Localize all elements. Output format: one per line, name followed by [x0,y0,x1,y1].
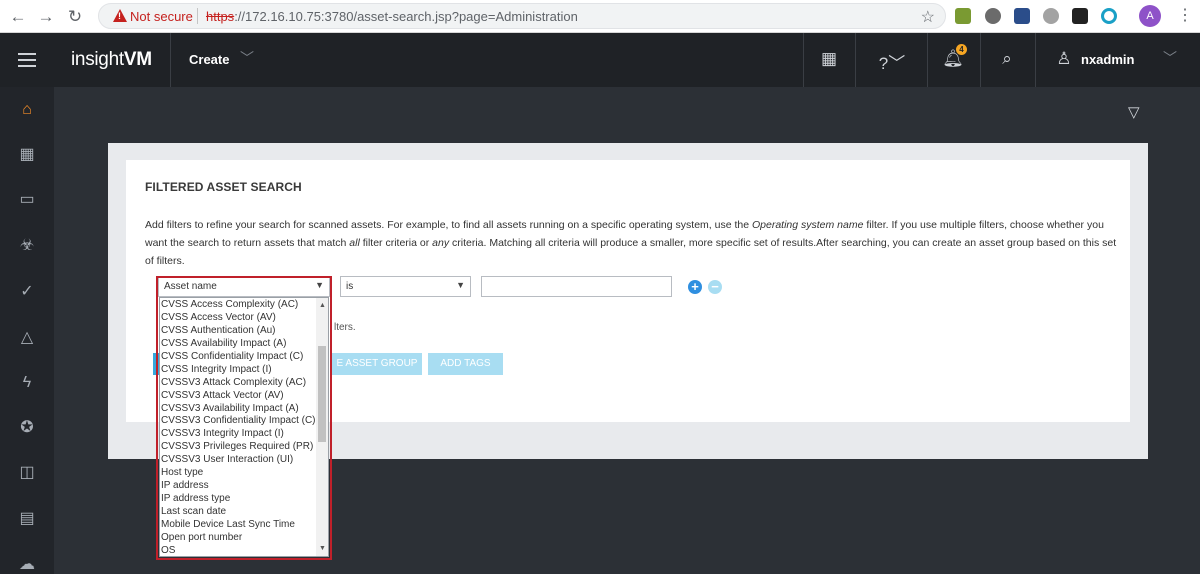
sidebar: ⌂ ▦ ▭ ☣ ✓ △ ϟ ✪ ◫ ▤ ☁ [0,87,54,574]
extension-icon[interactable] [1043,8,1059,24]
dropdown-option[interactable]: CVSSV3 Confidentiality Impact (C) [160,414,328,427]
filter-icon[interactable]: ▽ [1128,103,1140,121]
chevron-down-icon[interactable]: ﹀ [240,48,254,68]
profile-avatar[interactable]: A [1139,5,1161,27]
dropdown-option[interactable]: CVSSV3 Attack Complexity (AC) [160,376,328,389]
scroll-up-arrow-icon[interactable]: ▲ [319,302,326,309]
extension-icon[interactable] [1101,8,1117,24]
brand-logo: insightVM [71,49,152,70]
create-asset-group-button[interactable]: E ASSET GROUP [332,353,422,375]
dropdown-option[interactable]: OS [160,544,328,556]
dropdown-option[interactable]: CVSS Availability Impact (A) [160,337,328,350]
dropdown-option[interactable]: CVSSV3 Privileges Required (PR) [160,440,328,453]
page-description: Add filters to refine your search for sc… [145,219,1117,267]
dropdown-option[interactable]: CVSSV3 Availability Impact (A) [160,402,328,415]
match-filters-text: lters. [334,322,356,333]
dropdown-arrow-icon: ▼ [456,280,465,290]
dropdown-scrollbar[interactable]: ▲ ▼ [316,298,328,556]
dropdown-option[interactable]: Host type [160,466,328,479]
chevron-down-icon[interactable]: ﹀ [1163,48,1177,68]
url-text: https://172.16.10.75:3780/asset-search.j… [206,9,578,24]
policies-triangle-icon[interactable]: △ [17,328,37,348]
dropdown-option[interactable]: CVSS Authentication (Au) [160,324,328,337]
not-secure-label: Not secure [130,9,193,24]
dropdown-option[interactable]: IP address [160,479,328,492]
dropdown-option[interactable]: CVSS Integrity Impact (I) [160,363,328,376]
extension-icon[interactable] [985,8,1001,24]
dropdown-option[interactable]: CVSS Access Vector (AV) [160,311,328,324]
remove-filter-icon[interactable]: − [708,280,722,294]
bookmark-star-icon[interactable]: ☆ [921,7,935,27]
scroll-thumb[interactable] [318,346,326,442]
dashboard-icon[interactable]: ▦ [17,145,37,165]
app-header: insightVM Create ﹀ ▦ ?﹀ 🔔︎ 4 ⌕ ♙ nxadmin… [0,33,1200,87]
search-icon[interactable]: ⌕ [995,49,1019,69]
dropdown-option[interactable]: Mobile Device Last Sync Time [160,518,328,531]
page-title: FILTERED ASSET SEARCH [145,180,302,194]
back-icon[interactable]: ← [7,6,29,28]
dropdown-option[interactable]: CVSSV3 Integrity Impact (I) [160,427,328,440]
notification-badge: 4 [956,44,967,55]
browser-toolbar: ← → ↻ Not secure https://172.16.10.75:37… [0,0,1200,33]
dropdown-option[interactable]: Open port number [160,531,328,544]
awards-icon[interactable]: ✪ [17,418,37,438]
extension-icon[interactable] [1072,8,1088,24]
vulnerabilities-icon[interactable]: ☣ [17,236,37,256]
reports-chart-icon[interactable]: ◫ [17,463,37,483]
username[interactable]: nxadmin [1081,52,1134,67]
dropdown-option[interactable]: CVSSV3 User Interaction (UI) [160,453,328,466]
address-bar[interactable]: Not secure https://172.16.10.75:3780/ass… [98,3,946,29]
user-icon[interactable]: ♙ [1052,49,1076,69]
scroll-down-arrow-icon[interactable]: ▼ [319,545,326,552]
extension-icon[interactable] [955,8,971,24]
cloud-icon[interactable]: ☁ [17,555,37,574]
dropdown-option[interactable]: IP address type [160,492,328,505]
help-icon[interactable]: ?﹀ [875,49,909,74]
threats-icon[interactable]: ϟ [17,373,37,393]
dropdown-option[interactable]: CVSS Confidentiality Impact (C) [160,350,328,363]
dropdown-option[interactable]: CVSS Access Complexity (AC) [160,298,328,311]
browser-menu-icon[interactable]: ⋮ [1177,5,1193,27]
forward-icon[interactable]: → [35,6,57,28]
assets-monitor-icon[interactable]: ▭ [17,190,37,210]
calendar-icon[interactable]: ▦ [817,49,841,69]
reload-icon[interactable]: ↻ [64,6,86,28]
filter-value-input[interactable] [481,276,672,297]
remediation-check-icon[interactable]: ✓ [17,282,37,302]
dropdown-option[interactable]: Last scan date [160,505,328,518]
add-filter-icon[interactable]: + [688,280,702,294]
administration-icon[interactable]: ▤ [17,509,37,529]
warning-icon [113,9,127,22]
extension-icon[interactable] [1014,8,1030,24]
hamburger-menu-icon[interactable] [18,53,36,67]
create-menu[interactable]: Create [189,52,229,67]
operator-select[interactable]: is ▼ [340,276,471,297]
add-tags-button[interactable]: ADD TAGS [428,353,503,375]
home-icon[interactable]: ⌂ [17,100,37,120]
dropdown-option[interactable]: CVSSV3 Attack Vector (AV) [160,389,328,402]
filter-field-dropdown[interactable]: CVSS Access Complexity (AC) CVSS Access V… [159,297,329,557]
